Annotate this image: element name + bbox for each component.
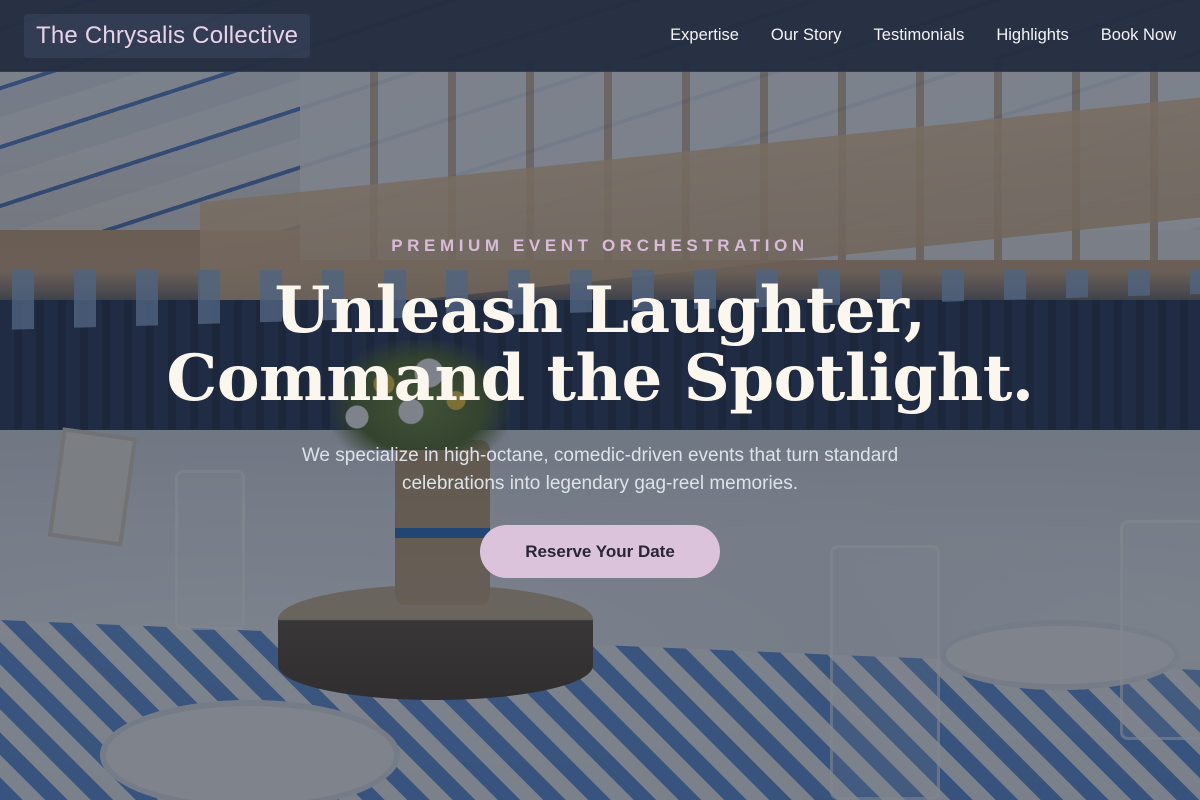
brand-logo[interactable]: The Chrysalis Collective [24, 13, 311, 58]
nav-link-highlights[interactable]: Highlights [996, 26, 1068, 45]
hero-subtitle: We specialize in high-octane, comedic-dr… [301, 445, 899, 494]
hero-section: PREMIUM EVENT ORCHESTRATION Unleash Laug… [0, 72, 1200, 800]
nav-link-book-now[interactable]: Book Now [1101, 26, 1176, 45]
hero-headline: Unleash Laughter, Command the Spotlight. [0, 277, 1200, 413]
reserve-date-button[interactable]: Reserve Your Date [480, 525, 720, 578]
nav-link-testimonials[interactable]: Testimonials [874, 26, 965, 45]
site-header: The Chrysalis Collective Expertise Our S… [0, 0, 1200, 72]
nav-link-expertise[interactable]: Expertise [670, 26, 739, 45]
nav-link-our-story[interactable]: Our Story [771, 26, 842, 45]
hero-headline-line-1: Unleash Laughter, [274, 273, 926, 348]
hero-headline-line-2: Command the Spotlight. [166, 341, 1034, 416]
brand-name: The Chrysalis Collective [36, 21, 299, 49]
main-nav: Expertise Our Story Testimonials Highlig… [670, 26, 1176, 45]
hero-eyebrow: PREMIUM EVENT ORCHESTRATION [391, 236, 809, 255]
